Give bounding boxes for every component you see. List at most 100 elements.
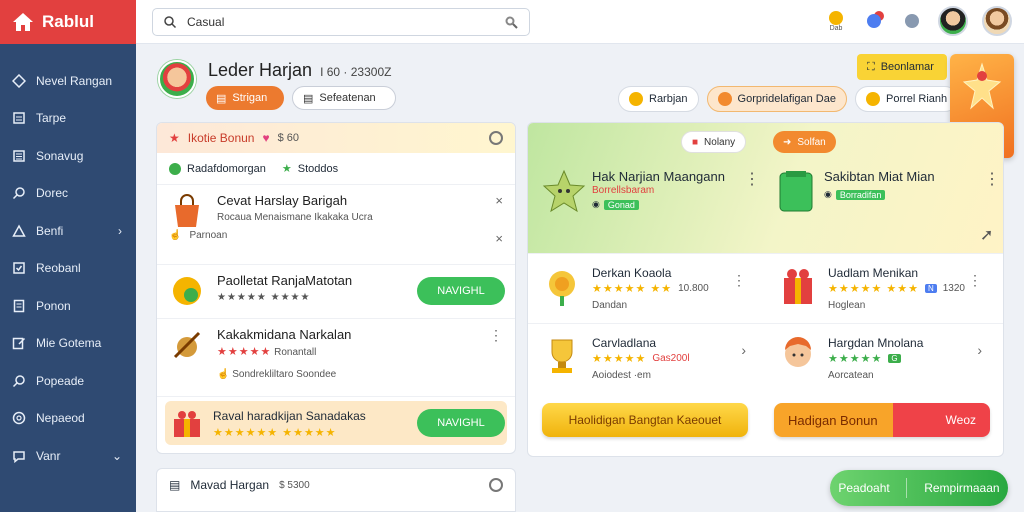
leaf-coin-icon [173,277,201,305]
button-label-secondary: Weoz [945,413,976,427]
sidebar-item-10[interactable]: Vanr ⌄ [0,437,136,475]
chip-label: Porrel Rianh [885,93,948,105]
character-icon [785,337,811,367]
tab-stoddos[interactable]: ★ Stoddos [281,162,339,176]
game-item[interactable]: Hargdan Mnolana ★★★★★ G Aorcatean › [764,332,994,386]
list-item[interactable]: Cevat Harslay Barigah Rocaua Menaismane … [157,185,515,265]
strigan-button[interactable]: ▤ Strigan [206,86,284,110]
solfan-pill[interactable]: ➜ Solfan [773,131,836,153]
diamond-icon [12,73,26,88]
haolidigan-button[interactable]: Haolidigan Bangtan Kaeouet [542,403,748,437]
triangle-icon [12,224,26,237]
settings-icon[interactable] [489,478,503,492]
hadigan-bonun-button[interactable]: Hadigan Bonun Weoz [774,403,990,437]
brand[interactable]: Rablul [0,0,136,44]
featured-card[interactable]: Hak Narjian Maangann Borrellsbaram ◉ Gona… [542,169,760,229]
featured-card[interactable]: Sakibtan Miat Mian ◉ Borradifan ⋮ ➚ [774,169,1000,244]
settings-button[interactable] [900,6,924,36]
more-icon[interactable]: ⋮ [489,327,503,344]
sidebar-item-3[interactable]: Dorec [0,175,136,213]
game-stars: ★★★★★ [592,353,647,365]
coin-icon [629,92,643,106]
pill-label: Solfan [797,136,826,148]
item-rating-text: Ronantall [274,347,317,358]
game-item[interactable]: Derkan Koaola ★★★★★ ★★ 10.800 Dandan ⋮ [528,262,758,316]
sidebar-item-1[interactable]: Tarpe [0,100,136,138]
sidebar-item-5[interactable]: Reobanl [0,250,136,288]
sidebar: Rablul Nevel Rangan Tarpe Sonavug Dorec … [0,0,136,512]
sefeatenan-button[interactable]: ▤ Sefeatenan [292,86,396,110]
tab-label: Stoddos [297,162,339,175]
game-title: Hargdan Mnolana [828,336,924,350]
pill-label: Nolany [704,136,736,148]
chip-gorpridelafigan[interactable]: Gorpridelafigan Dae [706,86,847,112]
trophy-icon [829,10,843,25]
bag-icon [175,194,199,227]
list-item[interactable]: Kakakmidana Narkalan ★★★★★ Ronantall ☝ S… [157,319,515,397]
navighl-button[interactable]: NAVIGHL [417,409,505,437]
doc-icon [13,299,25,312]
game-stars: ★★★★★ ★★★ [828,283,919,295]
sidebar-item-9[interactable]: Nepaeod [0,400,136,438]
more-icon[interactable]: ⋮ [968,272,982,289]
filter-chips: Rarbjan Gorpridelafigan Dae Porrel Rianh [618,86,959,112]
game-sub: Hoglean [828,300,866,311]
chip-label: Rarbjan [649,93,688,105]
sidebar-item-8[interactable]: Popeade [0,362,136,400]
globe-icon [12,412,26,425]
star-icon: ★ [169,131,180,145]
arrow-right-icon[interactable]: ➚ [980,225,993,245]
chevron-right-icon[interactable]: › [977,342,982,358]
divider [906,478,908,498]
profile-avatar[interactable] [158,60,196,98]
panel-amount: $ 60 [277,132,300,144]
item-sub: Rocaua Menaismane Ikakaka Ucra [217,212,373,223]
floating-action-button[interactable]: Peadoaht Rempirmaaan [830,470,1008,506]
thumb-icon: ☝ [217,369,230,380]
more-icon[interactable]: ⋮ [732,272,746,289]
item-meta-text: Sondrekliltaro Soondee [232,369,337,380]
settings-icon[interactable] [489,131,503,145]
navighl-button[interactable]: NAVIGHL [417,277,505,305]
search-box[interactable] [152,8,530,36]
nolany-pill[interactable]: ■ Nolany [681,131,747,153]
tab-radafdomorgan[interactable]: Radafdomorgan [169,162,266,175]
sidebar-item-6[interactable]: Ponon [0,287,136,325]
game-badge: G [888,354,901,363]
notification-banner[interactable]: ⛶ Beonlamar [857,54,947,80]
game-title: Carvladlana [592,336,657,350]
sidebar-item-2[interactable]: Sonavug [0,137,136,175]
list-item[interactable]: Paolletat RanjaMatotan ★★★★★ ★★★★ NAVIGH… [157,265,515,319]
game-badge: N [924,284,937,293]
more-icon[interactable]: ⋮ [744,169,760,189]
flower-icon [549,271,575,306]
sidebar-item-0[interactable]: Nevel Rangan [0,62,136,100]
chip-rarbjan[interactable]: Rarbjan [618,86,699,112]
game-title: Uadlam Menikan [828,266,919,280]
search-input[interactable] [187,15,493,29]
sidebar-item-4[interactable]: Benfi › [0,212,136,250]
chevron-right-icon: › [118,223,122,238]
brand-name: Rablul [42,12,94,31]
bonus-panel-header: ★ Ikotie Bonun ♥ $ 60 [157,123,515,153]
game-sub: Aoiodest ·em [592,370,651,381]
highlight-item[interactable]: Raval haradkijan Sanadakas ★★★★★★ ★★★★★ … [165,401,507,445]
list-icon: ▤ [303,92,314,105]
panel-amount: $ 5300 [279,479,310,491]
thumb-icon: ☝ [169,230,182,241]
close-icon[interactable]: × [495,193,503,208]
game-item[interactable]: Carvladlana ★★★★★ Gas200l Aoiodest ·em › [528,332,758,386]
trophy-button[interactable]: Dab [824,6,848,36]
notif-label: Beonlamar [880,61,934,73]
sidebar-item-7[interactable]: Mie Gotema [0,325,136,363]
chip-porrel[interactable]: Porrel Rianh [854,86,959,112]
more-icon[interactable]: ⋮ [984,169,1000,189]
close-icon[interactable]: × [495,231,503,246]
chevron-right-icon[interactable]: › [741,342,746,358]
notification-button[interactable] [862,6,886,36]
avatar[interactable] [982,6,1012,36]
avatar[interactable] [938,6,968,36]
star-icon: ★ [281,163,292,175]
game-item[interactable]: Uadlam Menikan ★★★★★ ★★★ N 1320 Hoglean ⋮ [764,262,994,316]
search-submit-icon[interactable] [503,14,519,30]
